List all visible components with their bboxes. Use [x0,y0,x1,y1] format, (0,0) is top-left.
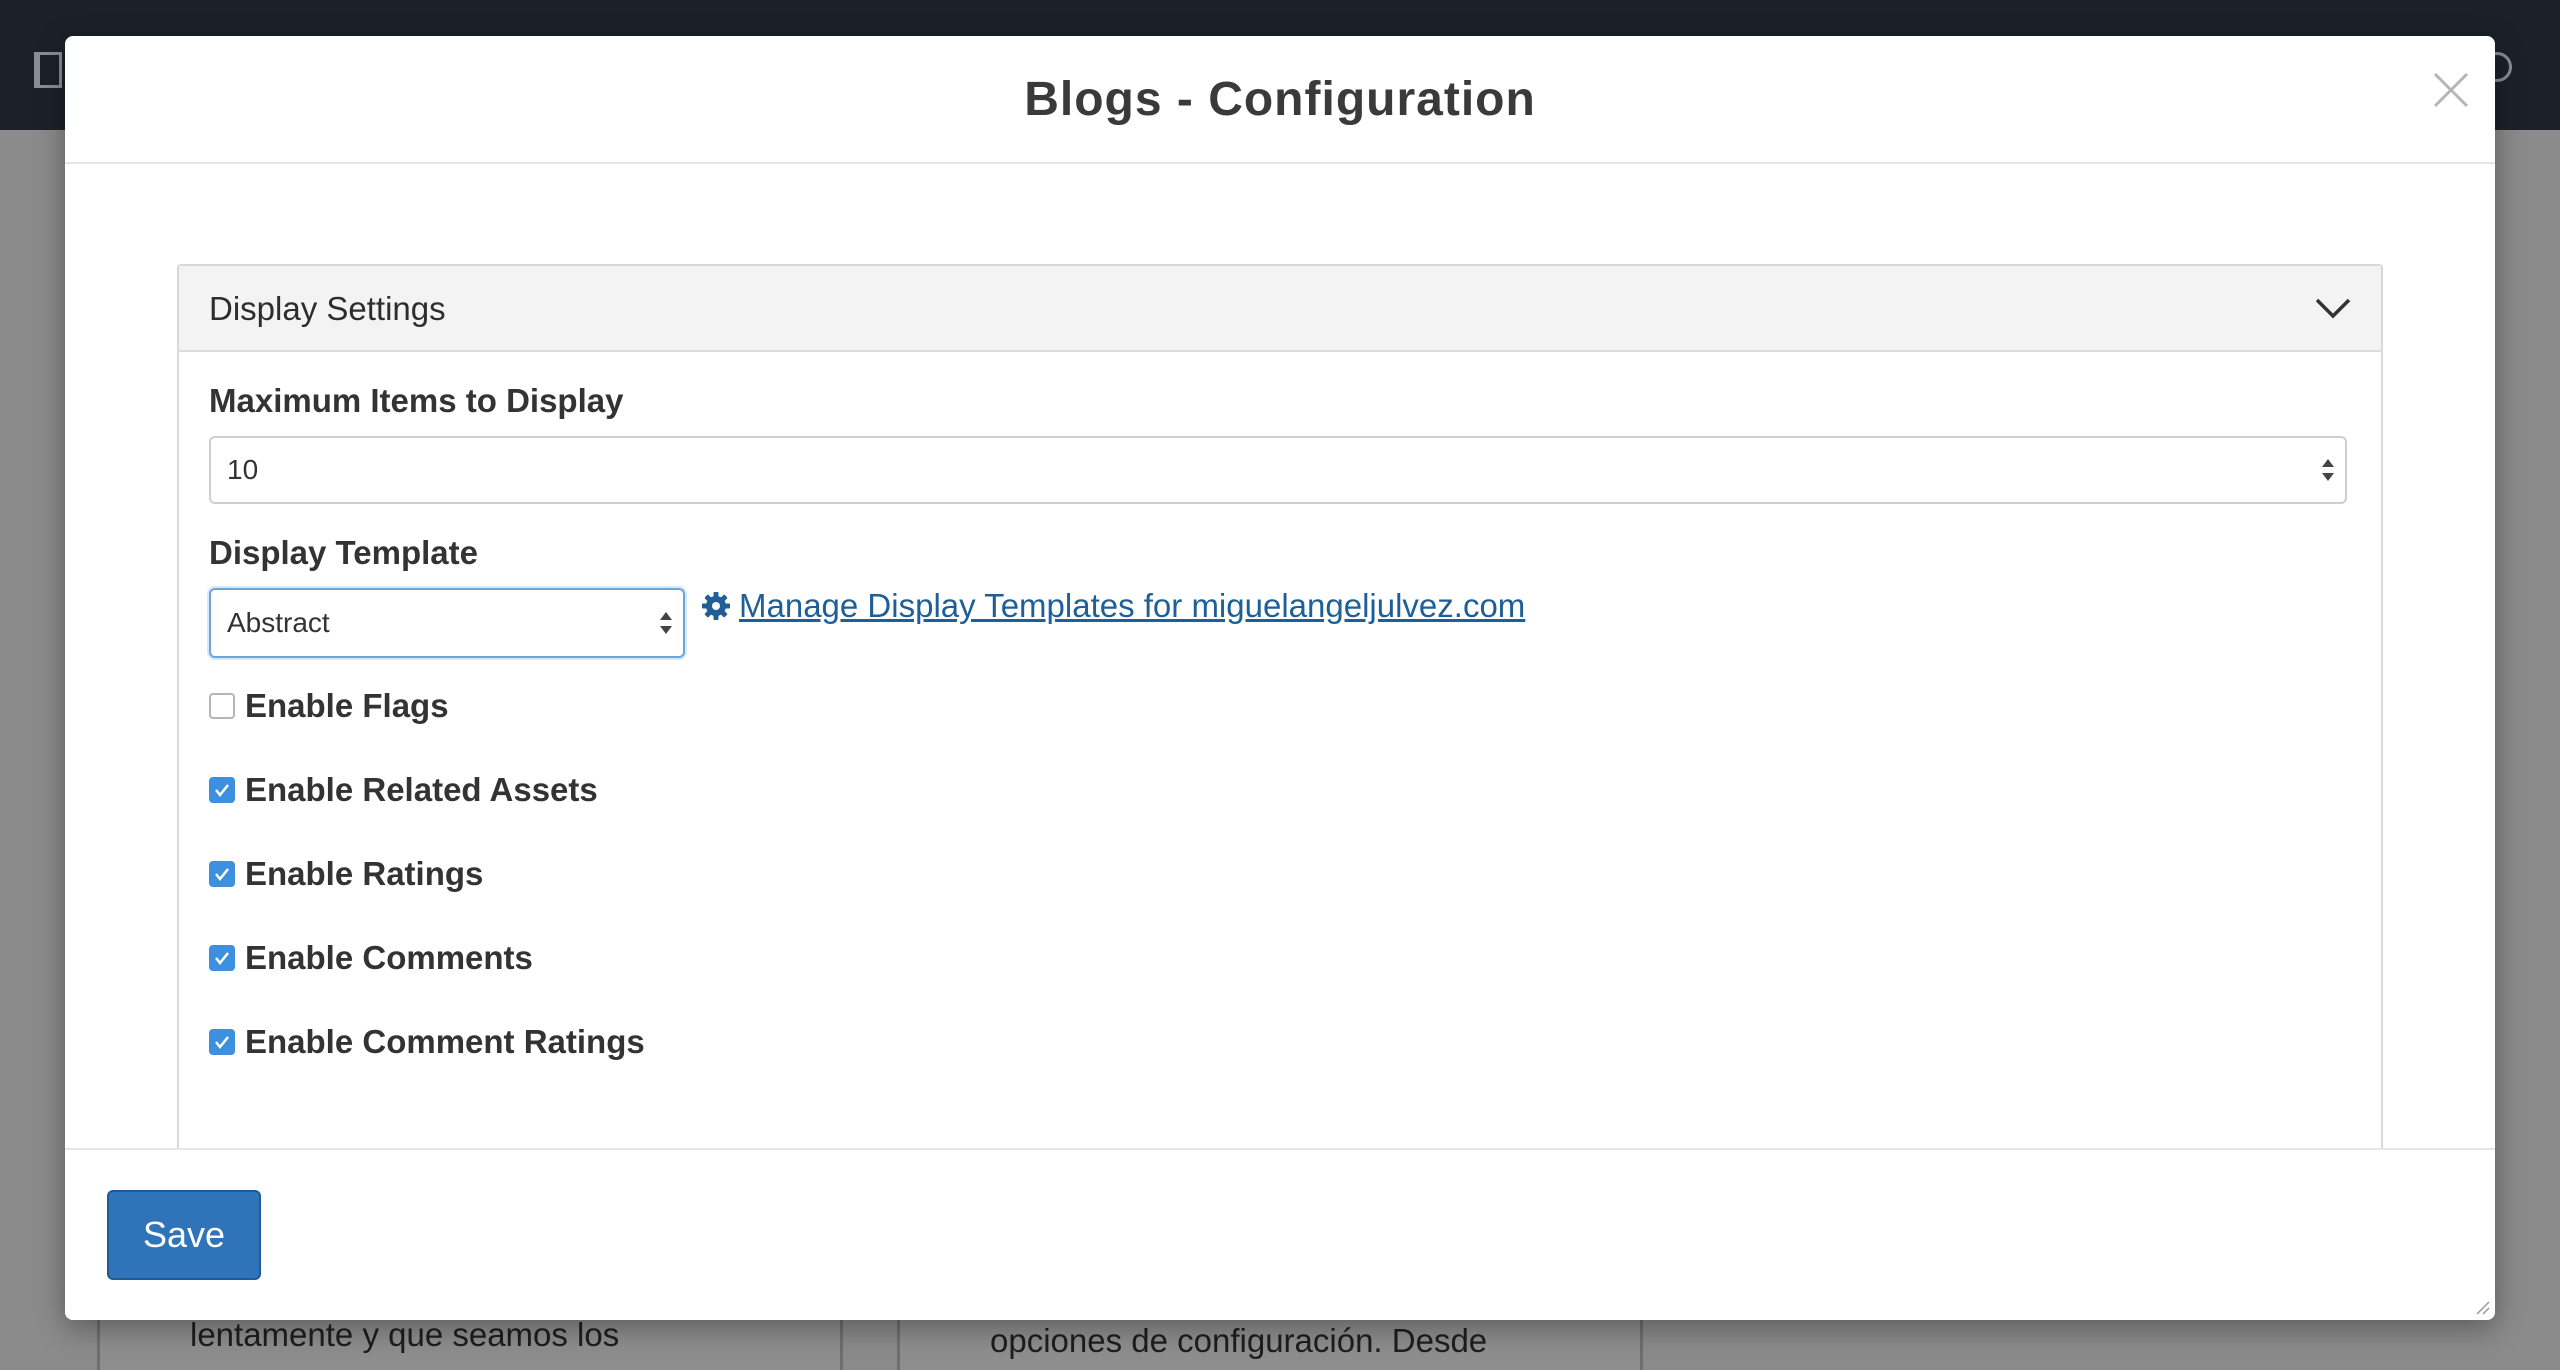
panel-title: Display Settings [209,290,446,327]
modal-title: Blogs - Configuration [1024,73,1536,126]
display-settings-header[interactable]: Display Settings [179,266,2381,352]
checkmark-icon [215,868,229,882]
enable-ratings-checkbox[interactable] [209,861,235,887]
max-items-value: 10 [227,454,259,485]
checkbox-label: Enable Comments [245,939,533,976]
background-text: opciones de configuración. Desde [990,1322,1488,1359]
save-button[interactable]: Save [107,1190,261,1280]
enable-related-assets-option[interactable]: Enable Related Assets [209,770,598,810]
modal-header: Blogs - Configuration [65,36,2495,164]
manage-display-templates-link[interactable]: Manage Display Templates for miguelangel… [701,586,1525,626]
checkbox-label: Enable Ratings [245,855,484,892]
close-icon [2433,72,2469,108]
sidebar-toggle-icon[interactable] [34,52,62,88]
checkmark-icon [215,1036,229,1050]
enable-comment-ratings-option[interactable]: Enable Comment Ratings [209,1022,645,1062]
enable-comments-option[interactable]: Enable Comments [209,938,533,978]
enable-flags-option[interactable]: Enable Flags [209,686,449,726]
modal-body[interactable]: Display Settings Maximum Items to Displa… [65,164,2495,1184]
manage-link-text: Manage Display Templates for miguelangel… [739,587,1526,624]
configuration-modal: Blogs - Configuration Display Settings M… [65,36,2495,1320]
display-template-label: Display Template [209,534,478,571]
enable-comments-checkbox[interactable] [209,945,235,971]
modal-footer: Save [65,1148,2495,1320]
checkmark-icon [215,952,229,966]
close-button[interactable] [2425,64,2477,116]
display-settings-panel: Display Settings Maximum Items to Displa… [177,264,2383,1164]
background-text: lentamente y que seamos los [190,1316,620,1353]
max-items-select[interactable]: 10 [209,436,2347,504]
enable-flags-checkbox[interactable] [209,693,235,719]
checkmark-icon [215,784,229,798]
display-template-value: Abstract [227,607,330,638]
display-template-select[interactable]: Abstract [209,588,685,658]
checkbox-label: Enable Comment Ratings [245,1023,645,1060]
enable-comment-ratings-checkbox[interactable] [209,1029,235,1055]
max-items-label: Maximum Items to Display [209,382,624,419]
resize-handle-icon[interactable] [2475,1300,2491,1316]
select-arrows-icon [2322,459,2334,481]
checkbox-label: Enable Related Assets [245,771,598,808]
chevron-down-icon [2315,298,2351,319]
enable-ratings-option[interactable]: Enable Ratings [209,854,483,894]
select-arrows-icon [660,612,672,634]
enable-related-assets-checkbox[interactable] [209,777,235,803]
gear-icon [702,592,730,620]
checkbox-label: Enable Flags [245,687,449,724]
